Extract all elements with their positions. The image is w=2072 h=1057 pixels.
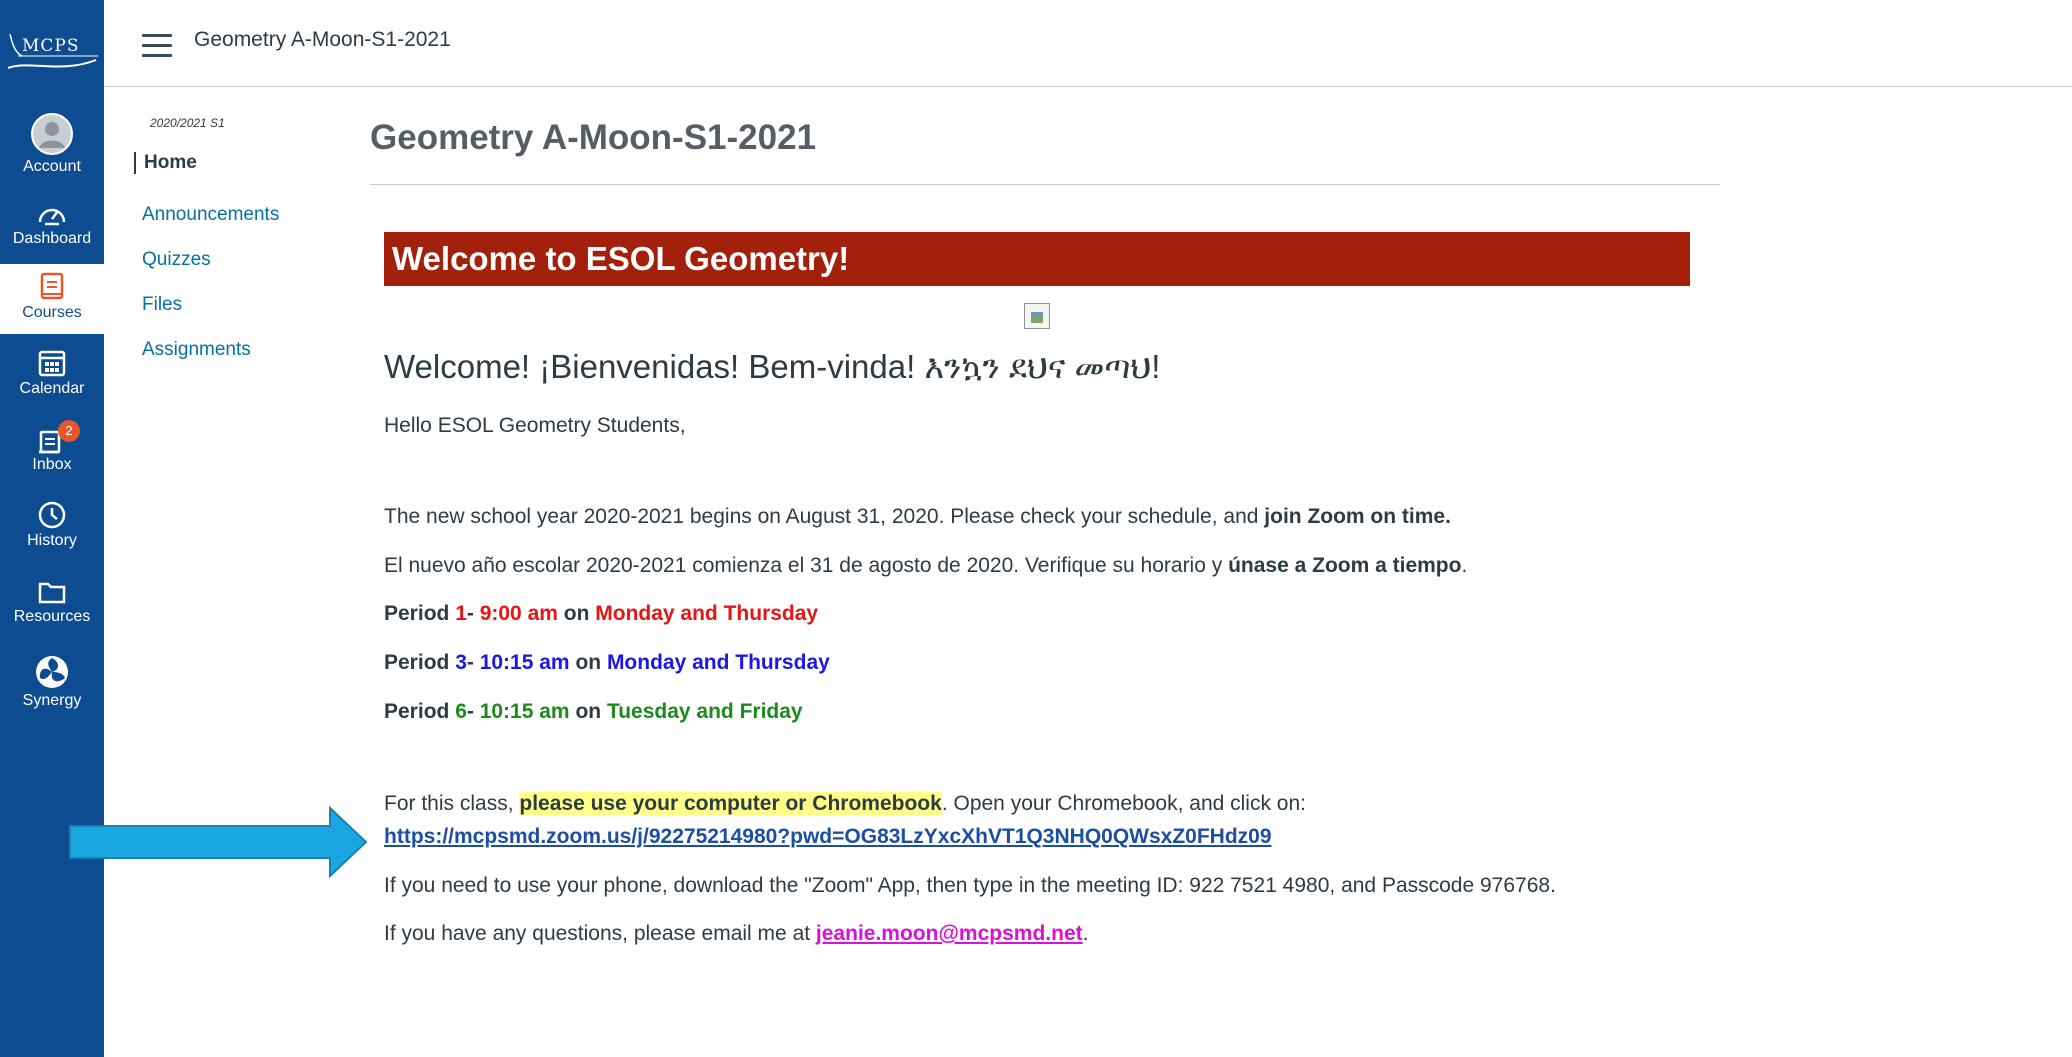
nav-synergy-label: Synergy — [22, 692, 82, 709]
inbox-unread-badge: 2 — [58, 420, 80, 442]
page-header: Geometry A-Moon-S1-2021 — [104, 0, 2072, 87]
device-instruction-text: For this class, please use your computer… — [384, 792, 1307, 815]
course-nav-quizzes[interactable]: Quizzes — [142, 249, 211, 271]
nav-dashboard[interactable]: Dashboard — [0, 202, 104, 248]
dashboard-icon — [38, 208, 66, 226]
course-nav-assignments[interactable]: Assignments — [142, 339, 251, 361]
welcome-banner: Welcome to ESOL Geometry! — [384, 232, 1690, 286]
nav-courses-label: Courses — [22, 304, 82, 321]
nav-calendar[interactable]: Calendar — [0, 348, 104, 398]
logo-text: MCPS — [22, 36, 80, 56]
period-6-text: Period 6- 10:15 am on Tuesday and Friday — [384, 700, 803, 723]
nav-resources[interactable]: Resources — [0, 578, 104, 626]
period-1-text: Period 1- 9:00 am on Monday and Thursday — [384, 602, 819, 625]
broken-image-icon — [1024, 303, 1050, 329]
greeting-text: Hello ESOL Geometry Students, — [384, 414, 686, 437]
course-term: 2020/2021 S1 — [150, 116, 225, 130]
nav-inbox[interactable]: 2 Inbox — [0, 420, 104, 474]
zoom-meeting-link[interactable]: https://mcpsmd.zoom.us/j/92275214980?pwd… — [384, 825, 1272, 849]
synergy-icon — [36, 656, 68, 688]
course-nav-announcements[interactable]: Announcements — [142, 204, 279, 226]
nav-dashboard-label: Dashboard — [12, 230, 92, 247]
calendar-icon — [38, 350, 66, 377]
global-nav: MCPS Account Dashboard Courses Calendar … — [0, 0, 104, 1057]
teacher-email-link[interactable]: jeanie.moon@mcpsmd.net — [816, 922, 1083, 945]
folder-icon — [38, 582, 66, 604]
pointer-arrow-icon — [69, 806, 368, 878]
course-nav-home[interactable]: Home — [134, 152, 197, 174]
nav-account-label: Account — [23, 158, 81, 175]
title-divider — [370, 184, 1720, 185]
spanish-schedule-text: El nuevo año escolar 2020-2021 comienza … — [384, 554, 1468, 577]
nav-inbox-label: Inbox — [32, 456, 72, 473]
phone-instruction-text: If you need to use your phone, download … — [384, 874, 1556, 897]
hamburger-menu-icon[interactable] — [142, 34, 172, 57]
page-title: Geometry A-Moon-S1-2021 — [370, 118, 817, 157]
welcome-heading: Welcome! ¡Bienvenidas! Bem-vinda! እንኳን ደ… — [384, 348, 1161, 385]
course-nav-files[interactable]: Files — [142, 294, 182, 316]
nav-history-label: History — [27, 532, 77, 549]
period-3-text: Period 3- 10:15 am on Monday and Thursda… — [384, 651, 830, 674]
english-schedule-text: The new school year 2020-2021 begins on … — [384, 505, 1451, 528]
nav-synergy[interactable]: Synergy — [0, 654, 104, 710]
clock-icon — [38, 501, 66, 529]
nav-resources-label: Resources — [13, 608, 91, 625]
mcps-logo[interactable]: MCPS — [0, 22, 104, 82]
nav-courses[interactable]: Courses — [0, 264, 104, 334]
breadcrumb[interactable]: Geometry A-Moon-S1-2021 — [194, 28, 451, 52]
nav-account[interactable]: Account — [0, 112, 104, 176]
book-icon — [40, 272, 64, 300]
avatar-icon — [31, 113, 73, 155]
nav-history[interactable]: History — [0, 500, 104, 550]
contact-text: If you have any questions, please email … — [384, 922, 1089, 945]
nav-calendar-label: Calendar — [19, 380, 85, 397]
